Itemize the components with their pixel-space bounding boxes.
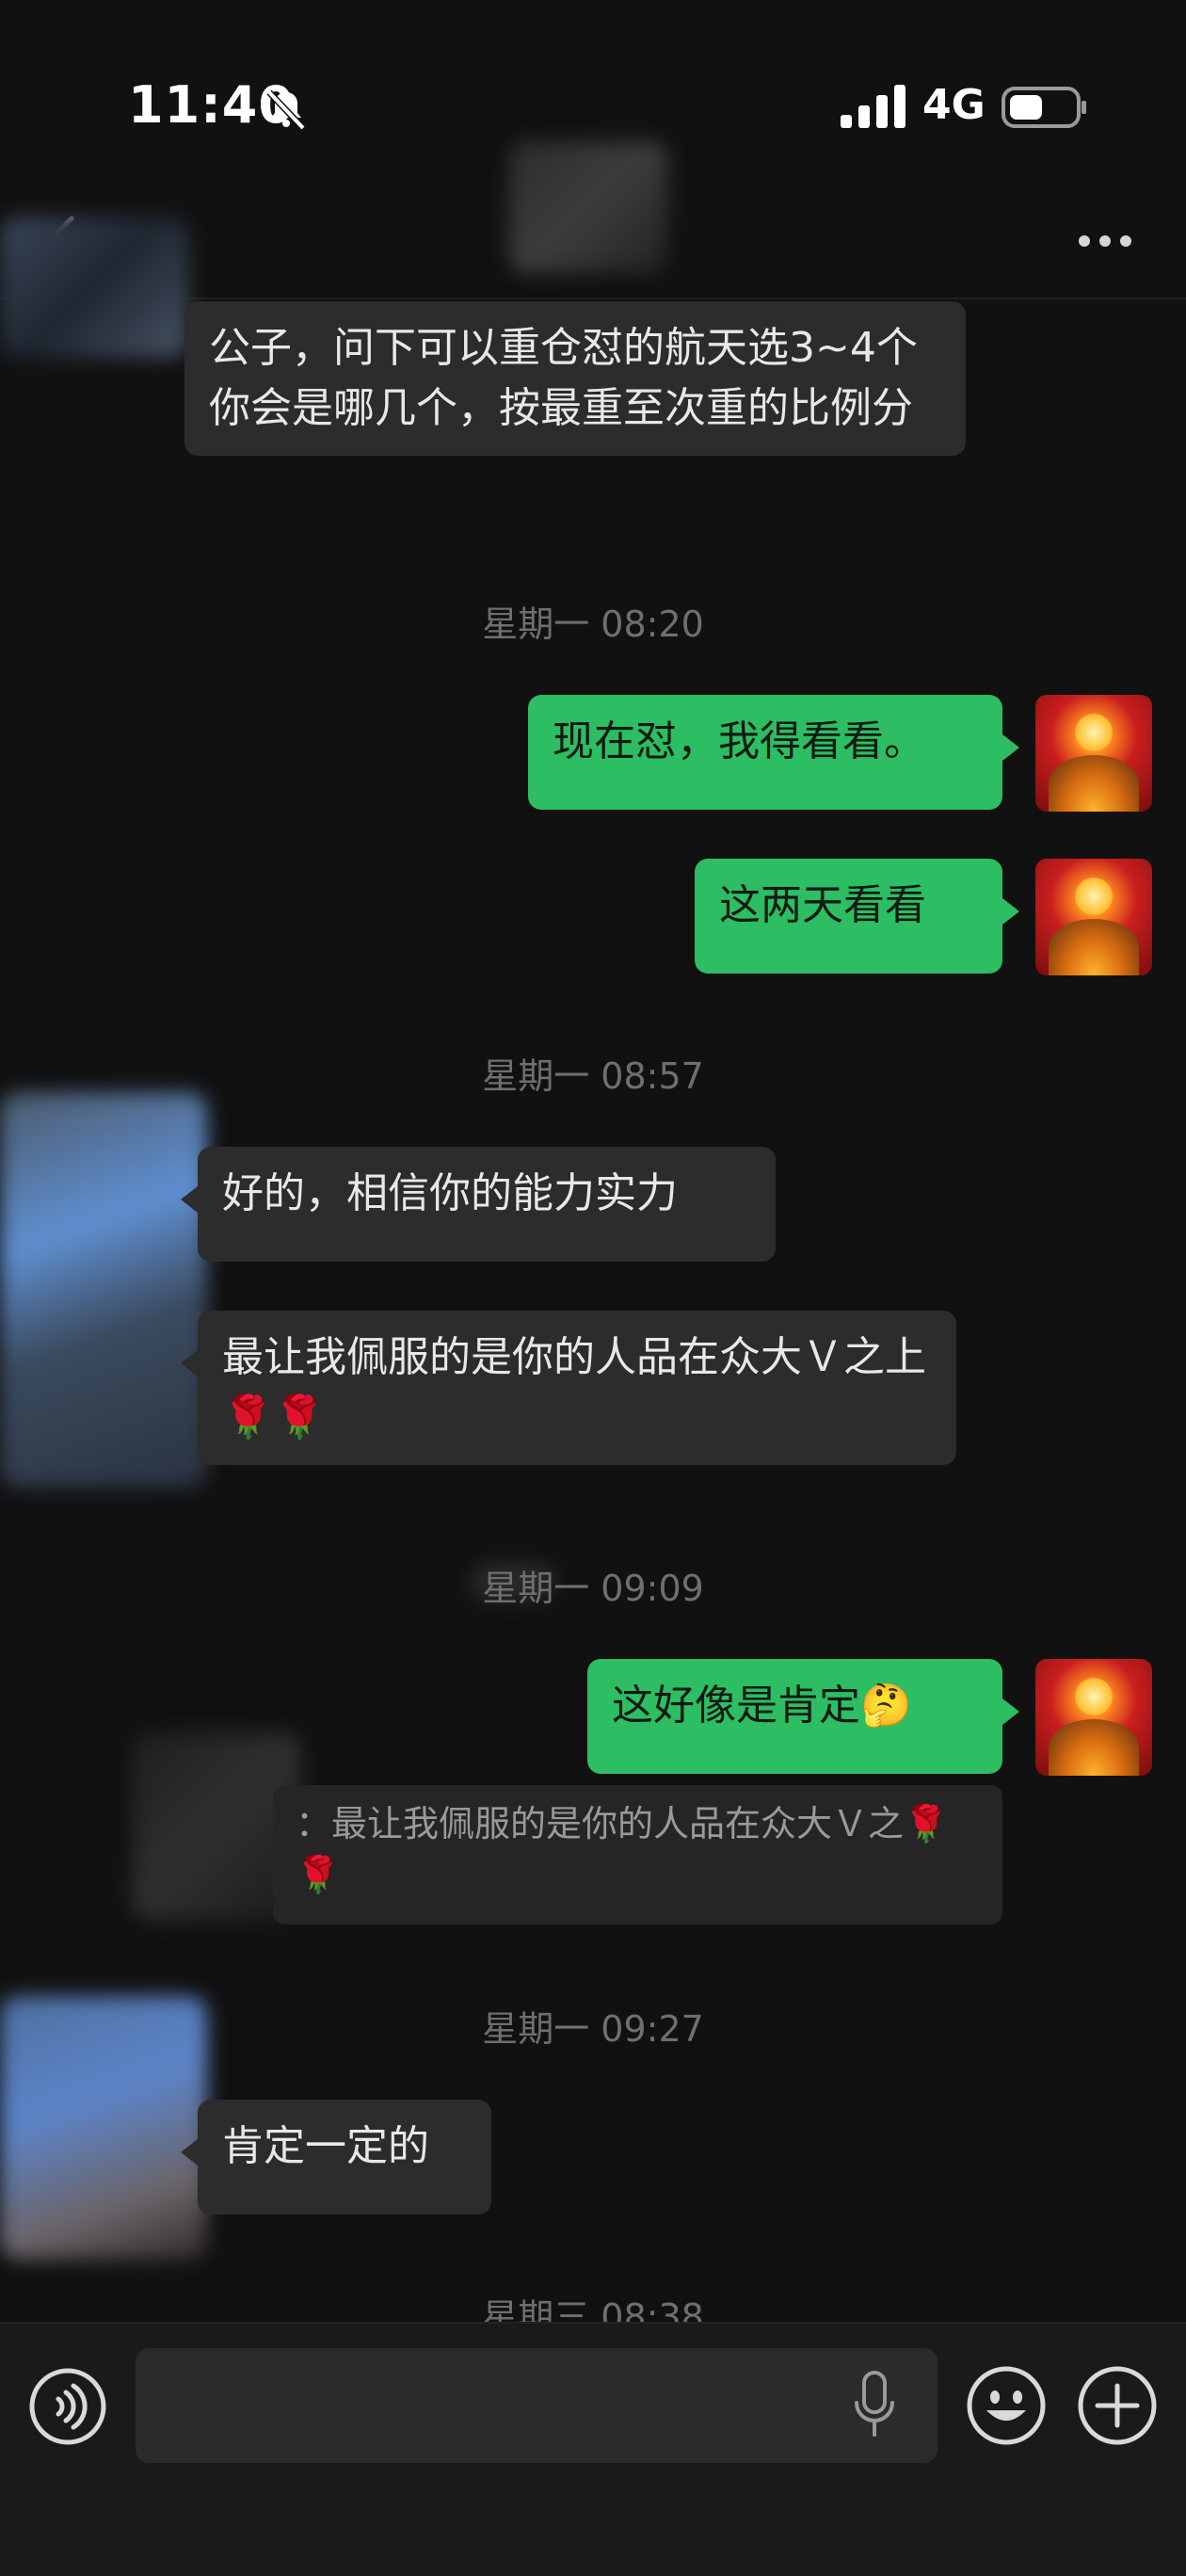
- bell-muted-icon: [266, 89, 306, 131]
- header-title-blurred: [508, 141, 668, 273]
- message-text: 最让我佩服的是你的人品在众大Ｖ之上🌹🌹: [222, 1333, 926, 1441]
- message-incoming[interactable]: 肯定一定的: [181, 2100, 491, 2214]
- voice-icon[interactable]: [28, 2367, 107, 2446]
- message-timestamp: 星期一 08:20: [482, 604, 704, 645]
- my-avatar[interactable]: [1035, 1659, 1152, 1776]
- ellipsis-icon[interactable]: [1077, 230, 1133, 252]
- message-timestamp: 星期一 08:57: [482, 1055, 704, 1097]
- message-text: 这两天看看: [719, 881, 926, 929]
- emoji-icon[interactable]: [966, 2365, 1047, 2446]
- input-bar: [0, 2322, 1186, 2576]
- message-outgoing[interactable]: 这好像是肯定🤔: [587, 1659, 1019, 1774]
- message-timestamp: 星期一 09:27: [482, 2008, 704, 2050]
- avatar-blurred: [0, 217, 188, 358]
- message-text: 公子，问下可以重仓怼的航天选3~4个你会是哪几个，按最重至次重的比例分: [209, 324, 918, 432]
- message-outgoing[interactable]: 这两天看看: [695, 859, 1019, 974]
- message-input[interactable]: [136, 2348, 938, 2463]
- message-incoming[interactable]: 最让我佩服的是你的人品在众大Ｖ之上🌹🌹: [181, 1311, 956, 1465]
- message-incoming[interactable]: 公子，问下可以重仓怼的航天选3~4个你会是哪几个，按最重至次重的比例分: [184, 301, 966, 456]
- avatar-blurred: [0, 1092, 207, 1488]
- mic-icon[interactable]: [851, 2369, 898, 2442]
- message-text: 肯定一定的: [222, 2122, 429, 2170]
- network-type: 4G: [922, 81, 986, 129]
- message-text: 好的，相信你的能力实力: [222, 1169, 678, 1217]
- message-incoming[interactable]: 好的，相信你的能力实力: [181, 1147, 776, 1262]
- chat-screen: 11:40 4G 公子，问下可以重仓怼的航天选3~4个你会是哪几个，按最重至次重…: [0, 0, 1186, 2576]
- message-text: 这好像是肯定🤔: [612, 1682, 912, 1730]
- my-avatar[interactable]: [1035, 695, 1152, 812]
- message-text: 现在怼，我得看看。: [553, 717, 925, 765]
- signal-icon: [841, 85, 906, 128]
- battery-icon: [1002, 87, 1086, 128]
- quoted-message[interactable]: ：最让我佩服的是你的人品在众大Ｖ之🌹🌹: [273, 1785, 1002, 1924]
- plus-icon[interactable]: [1077, 2365, 1158, 2446]
- quoted-text: ：最让我佩服的是你的人品在众大Ｖ之🌹🌹: [296, 1803, 949, 1895]
- message-outgoing[interactable]: 现在怼，我得看看。: [528, 695, 1019, 810]
- my-avatar[interactable]: [1035, 859, 1152, 975]
- message-timestamp: 星期一 09:09: [482, 1568, 704, 1609]
